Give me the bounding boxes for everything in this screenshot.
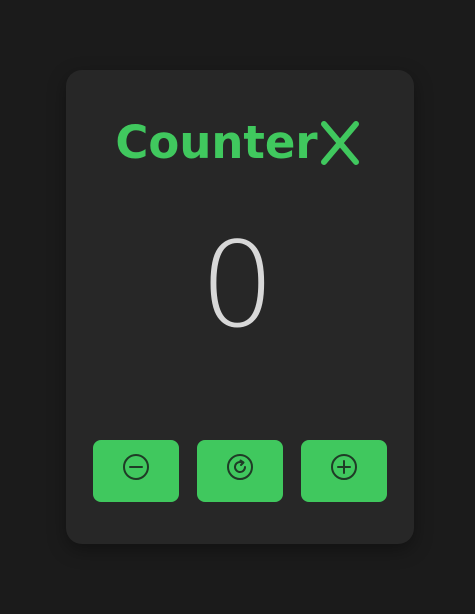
app-title-text: Counter xyxy=(115,115,318,169)
increment-button[interactable] xyxy=(301,440,387,502)
counter-value: 0 xyxy=(199,216,276,354)
reset-button[interactable] xyxy=(197,440,283,502)
decrement-button[interactable] xyxy=(93,440,179,502)
minus-circle-icon xyxy=(123,454,149,480)
app-title: Counter xyxy=(0,112,475,172)
x-logo-icon xyxy=(320,121,359,165)
app-stage: Counter 0 xyxy=(0,0,475,614)
refresh-icon xyxy=(227,454,253,480)
plus-circle-icon xyxy=(331,454,357,480)
